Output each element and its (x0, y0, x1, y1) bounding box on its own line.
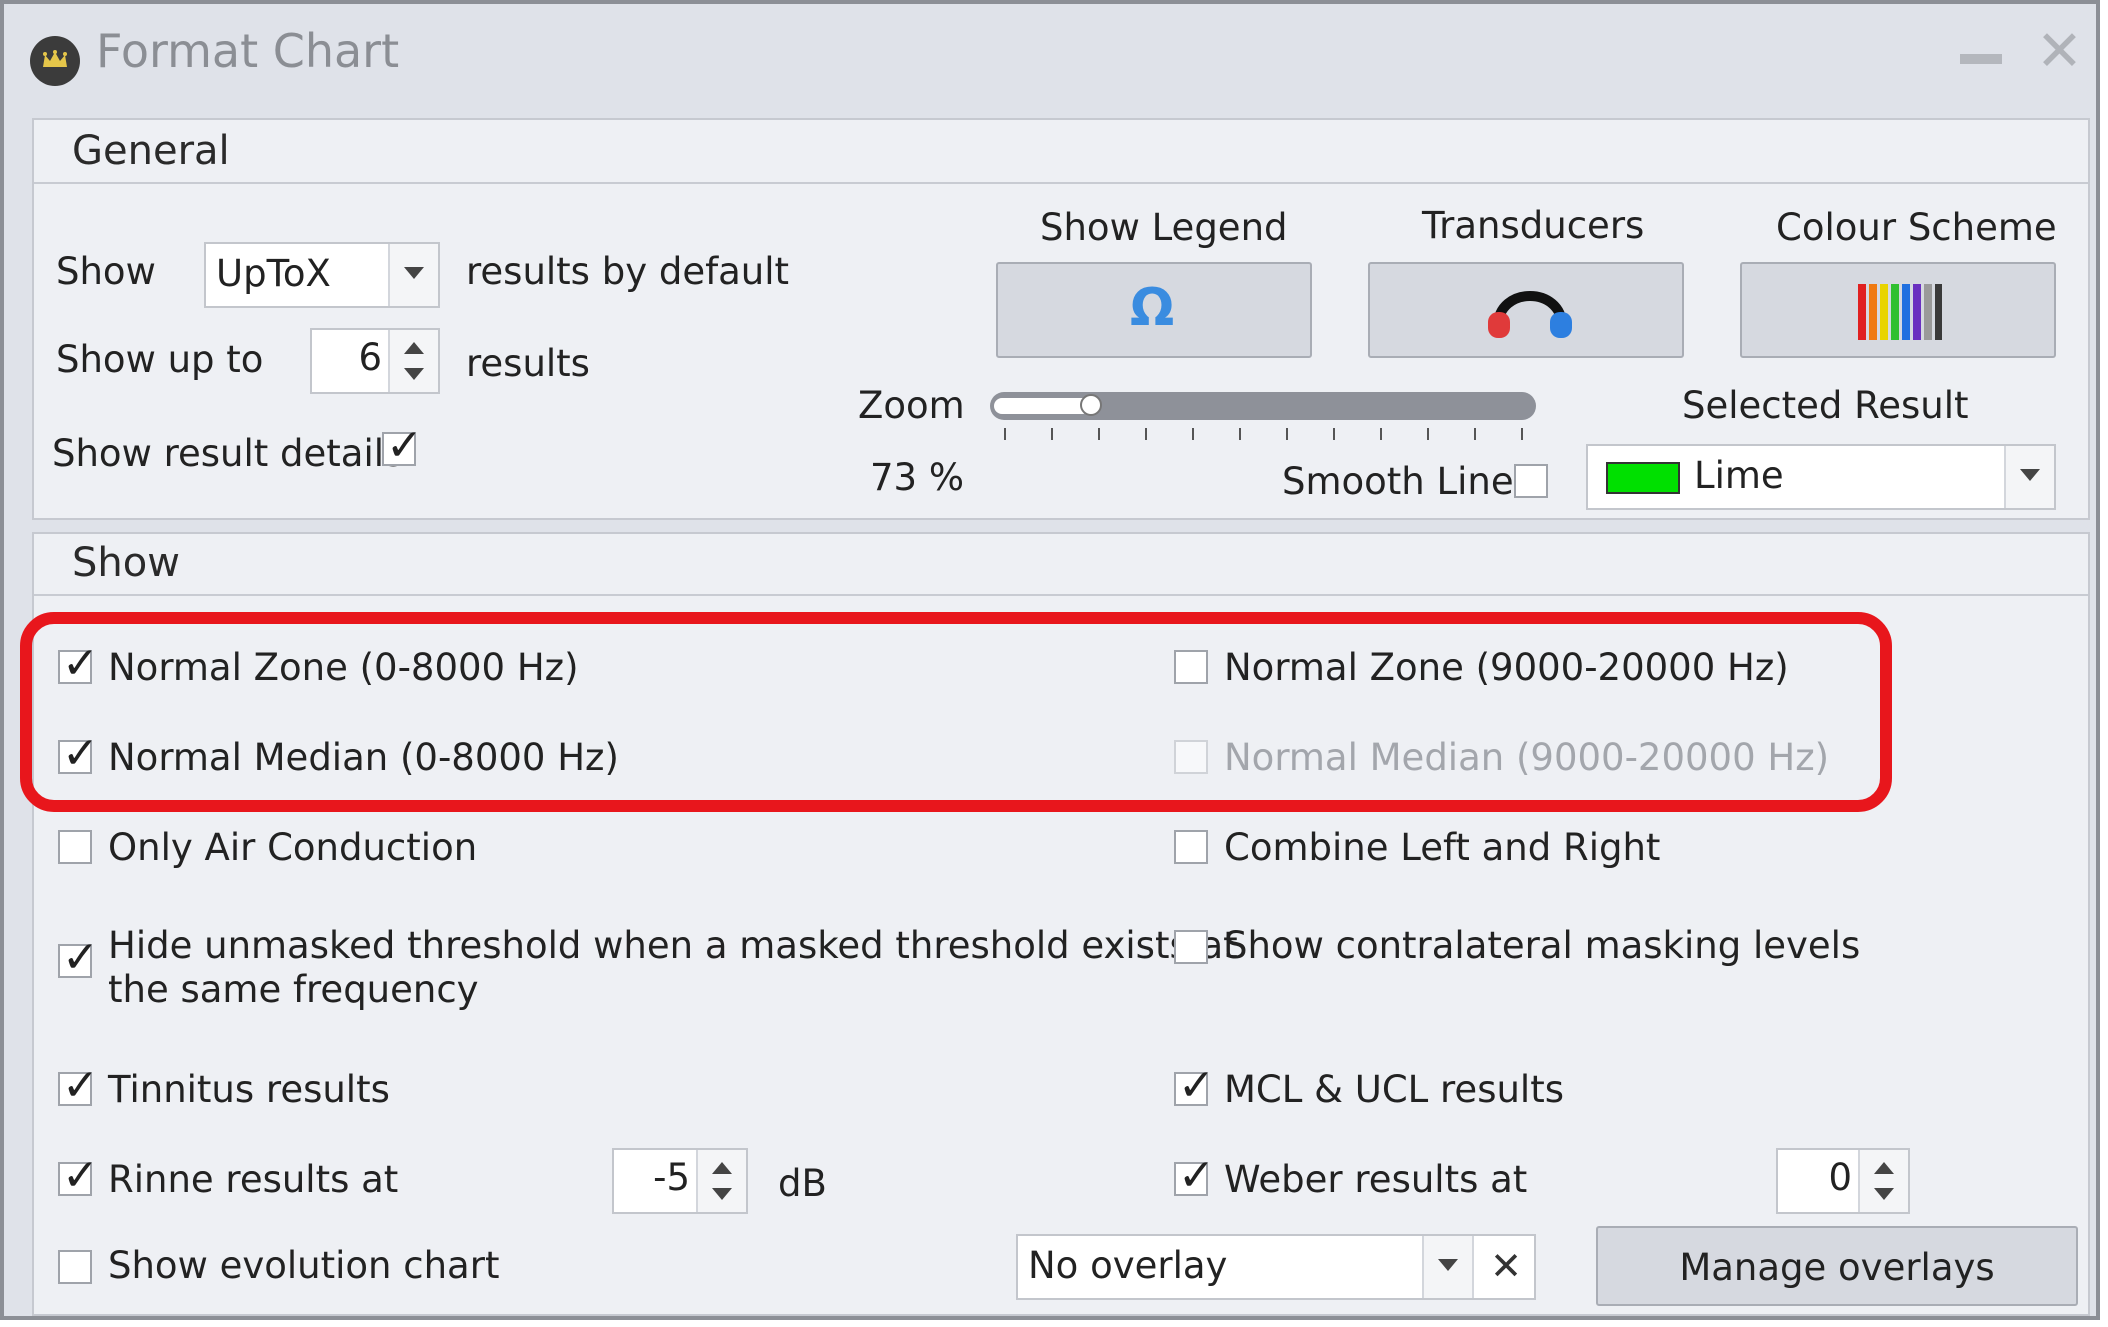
show-label: Show (56, 250, 156, 293)
rinne-unit: dB (778, 1162, 827, 1205)
chevron-down-icon[interactable] (388, 244, 438, 306)
headphones-icon (1488, 291, 1572, 338)
evolution-chart-label: Show evolution chart (108, 1244, 500, 1287)
window-title: Format Chart (96, 24, 400, 78)
zoom-label: Zoom (858, 384, 965, 427)
general-divider (34, 182, 2088, 184)
show-up-to-stepper[interactable]: 6 (310, 328, 440, 394)
lime-swatch (1606, 462, 1680, 494)
hide-unmasked-label-line2: the same frequency (108, 968, 479, 1011)
general-header: General (72, 128, 230, 174)
show-up-to-value: 6 (358, 336, 382, 379)
contralateral-masking-label: Show contralateral masking levels (1224, 924, 1861, 967)
selected-result-combo[interactable]: Lime (1586, 444, 2056, 510)
manage-overlays-button[interactable]: Manage overlays (1596, 1226, 2078, 1306)
show-divider (34, 594, 2088, 596)
mcl-ucl-label: MCL & UCL results (1224, 1068, 1564, 1111)
show-up-to-suffix: results (466, 342, 590, 385)
arrow-up-icon[interactable] (712, 1162, 732, 1174)
arrow-up-icon[interactable] (1874, 1162, 1894, 1174)
only-air-conduction-checkbox[interactable] (58, 830, 92, 864)
show-legend-label: Show Legend (1040, 206, 1288, 249)
stepper-buttons[interactable] (696, 1150, 746, 1212)
check-icon: ✓ (1178, 1060, 1215, 1111)
show-mode-value: UpToX (216, 252, 331, 295)
combine-left-right-checkbox[interactable] (1174, 830, 1208, 864)
check-icon: ✓ (62, 1060, 99, 1111)
omega-icon: Ω (1130, 278, 1175, 338)
manage-overlays-label: Manage overlays (1679, 1246, 1995, 1289)
chevron-down-icon[interactable] (2004, 446, 2054, 508)
arrow-up-icon[interactable] (404, 342, 424, 354)
hide-unmasked-label-line1: Hide unmasked threshold when a masked th… (108, 924, 1238, 967)
zoom-slider[interactable] (990, 392, 1536, 420)
zoom-slider-ticks (1004, 428, 1524, 442)
rinne-label: Rinne results at (108, 1158, 399, 1201)
smooth-lines-checkbox[interactable] (1514, 464, 1548, 498)
zoom-value: 73 % (870, 456, 964, 499)
contralateral-masking-checkbox[interactable] (1174, 930, 1208, 964)
evolution-chart-checkbox[interactable] (58, 1250, 92, 1284)
mcl-ucl-checkbox[interactable]: ✓ (1174, 1064, 1215, 1108)
check-icon: ✓ (386, 420, 423, 471)
combine-left-right-label: Combine Left and Right (1224, 826, 1661, 869)
selected-result-value: Lime (1694, 454, 1784, 497)
transducers-label: Transducers (1422, 204, 1645, 247)
weber-stepper[interactable]: 0 (1776, 1148, 1910, 1214)
show-legend-button[interactable]: Ω (996, 262, 1312, 358)
arrow-down-icon[interactable] (404, 368, 424, 380)
transducers-button[interactable] (1368, 262, 1684, 358)
hide-unmasked-checkbox[interactable]: ✓ (58, 936, 99, 980)
colour-scheme-button[interactable] (1740, 262, 2056, 358)
tinnitus-checkbox[interactable]: ✓ (58, 1064, 99, 1108)
show-mode-combo[interactable]: UpToX (204, 242, 440, 308)
rinne-checkbox[interactable]: ✓ (58, 1154, 99, 1198)
arrow-down-icon[interactable] (712, 1188, 732, 1200)
arrow-down-icon[interactable] (1874, 1188, 1894, 1200)
minimize-button[interactable] (1960, 54, 2002, 64)
overlay-value: No overlay (1028, 1244, 1228, 1287)
colour-scheme-label: Colour Scheme (1776, 206, 2057, 249)
show-suffix-label: results by default (466, 250, 790, 293)
crown-icon (43, 50, 67, 67)
weber-checkbox[interactable]: ✓ (1174, 1154, 1215, 1198)
only-air-conduction-label: Only Air Conduction (108, 826, 478, 869)
selected-result-label: Selected Result (1682, 384, 1969, 427)
zoom-slider-thumb[interactable] (1080, 394, 1102, 416)
chevron-down-icon[interactable] (1422, 1236, 1474, 1298)
show-result-details-label: Show result details (52, 432, 404, 475)
smooth-lines-label: Smooth Lines (1282, 460, 1533, 503)
clear-overlay-icon[interactable]: ✕ (1490, 1244, 1522, 1288)
zoom-slider-fill (994, 398, 1090, 414)
tinnitus-label: Tinnitus results (108, 1068, 390, 1111)
crown-app-icon (30, 36, 80, 86)
check-icon: ✓ (62, 932, 99, 983)
check-icon: ✓ (1178, 1150, 1215, 1201)
show-header: Show (72, 540, 180, 586)
stepper-buttons[interactable] (1858, 1150, 1908, 1212)
weber-label: Weber results at (1224, 1158, 1528, 1201)
close-window-button[interactable]: ✕ (2036, 24, 2083, 80)
colour-bars-icon (1858, 284, 1942, 340)
overlay-combo[interactable]: No overlay ✕ (1016, 1234, 1536, 1300)
check-icon: ✓ (62, 1150, 99, 1201)
show-result-details-checkbox[interactable]: ✓ (382, 424, 423, 468)
rinne-value: -5 (653, 1156, 690, 1199)
stepper-buttons[interactable] (388, 330, 438, 392)
highlight-annotation (20, 612, 1892, 812)
weber-value: 0 (1828, 1156, 1852, 1199)
rinne-stepper[interactable]: -5 (612, 1148, 748, 1214)
show-up-to-label: Show up to (56, 338, 264, 381)
